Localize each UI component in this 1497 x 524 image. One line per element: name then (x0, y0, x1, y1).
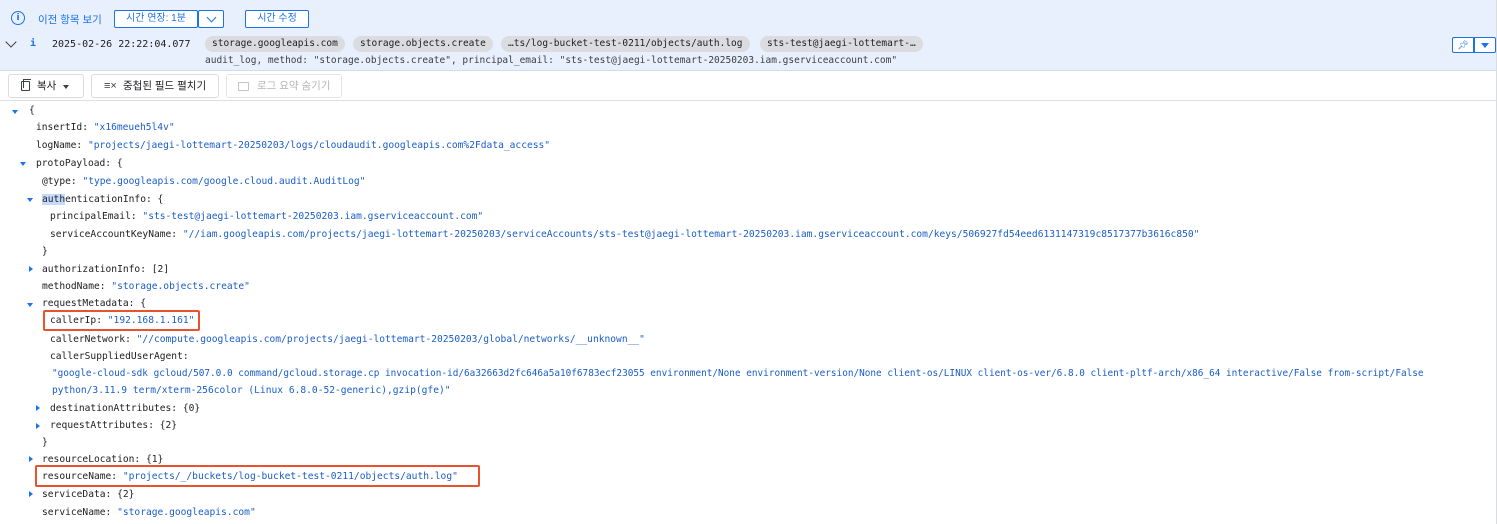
json-line-protoPayload: protoPayload: { (36, 158, 123, 169)
expand-toggle-icon[interactable] (20, 162, 26, 166)
json-root-open: { (29, 105, 35, 116)
copy-button[interactable]: 복사 (8, 74, 84, 98)
expand-toggle-icon[interactable] (29, 491, 33, 497)
severity-info-icon: i (30, 38, 37, 49)
expand-nested-fields-button[interactable]: ≡× 중첩된 필드 펼치기 (91, 74, 219, 98)
pin-icon[interactable]: 📌︎ (1452, 37, 1474, 53)
serviceAccountKeyName-value: "//iam.googleapis.com/projects/jaegi-lot… (182, 229, 1200, 240)
json-line-callerSuppliedUserAgent: callerSuppliedUserAgent: (50, 351, 189, 362)
hide-summary-label: 로그 요약 숨기기 (257, 80, 331, 92)
methodName-value: "storage.objects.create" (111, 281, 250, 292)
search-highlight: auth (42, 194, 66, 205)
json-line-destinationAttributes: destinationAttributes: {0} (50, 403, 201, 414)
expand-nested-label: 중첩된 필드 펼치기 (123, 80, 207, 92)
caret-down-icon (63, 85, 69, 89)
expand-toggle-icon[interactable] (27, 303, 33, 307)
json-line-methodName: methodName: "storage.objects.create" (42, 281, 250, 292)
type-value: "type.googleapis.com/google.cloud.audit.… (82, 176, 366, 187)
json-line-type: @type: "type.googleapis.com/google.cloud… (42, 176, 366, 187)
expand-toggle-icon[interactable] (27, 198, 33, 202)
expand-toggle-icon[interactable] (36, 405, 40, 411)
chip-method[interactable]: storage.objects.create (353, 36, 493, 52)
log-timestamp: 2025-02-26 22:22:04.077 (52, 39, 191, 50)
serviceName-value: "storage.googleapis.com" (117, 507, 256, 518)
caret-down-icon (1481, 43, 1489, 48)
callerIp-highlight-box (43, 310, 200, 331)
extend-time-button[interactable]: 시간 연장: 1분 (114, 10, 198, 28)
chevron-down-icon (206, 12, 216, 23)
chip-resource[interactable]: …ts/log-bucket-test-0211/objects/auth.lo… (501, 36, 750, 52)
extend-time-label: 시간 연장: 1분 (126, 13, 186, 24)
insertId-value: "x16meueh5l4v" (93, 122, 175, 133)
log-entry-header: i 이전 항목 보기 시간 연장: 1분 시간 수정 i 2025-02-26 … (0, 0, 1497, 71)
expand-toggle-icon[interactable] (29, 266, 33, 272)
callerSuppliedUserAgent-value-line2: python/3.11.9 term/xterm-256color (Linux… (52, 385, 451, 396)
divider (0, 100, 1497, 101)
log-summary: audit_log, method: "storage.objects.crea… (205, 55, 898, 66)
info-icon: i (11, 11, 25, 25)
edit-time-button[interactable]: 시간 수정 (245, 10, 309, 28)
json-line-serviceAccountKeyName: serviceAccountKeyName: "//iam.googleapis… (50, 229, 1200, 240)
expand-toggle-icon[interactable] (29, 456, 33, 462)
hide-log-summary-button[interactable]: 로그 요약 숨기기 (226, 74, 342, 98)
show-previous-entries-link[interactable]: 이전 항목 보기 (38, 12, 102, 27)
json-line-callerNetwork: callerNetwork: "//compute.googleapis.com… (50, 334, 645, 345)
chip-principal[interactable]: sts-test@jaegi-lottemart-… (760, 36, 923, 52)
extend-time-dropdown-button[interactable] (198, 10, 224, 28)
json-line-principalEmail: principalEmail: "sts-test@jaegi-lottemar… (50, 211, 484, 222)
json-line-serviceData: serviceData: {2} (42, 489, 135, 500)
json-line-authenticationInfo: authenticationInfo: { (42, 194, 164, 205)
expand-toggle-icon[interactable] (36, 423, 40, 429)
principalEmail-value: "sts-test@jaegi-lottemart-20250203.iam.g… (142, 211, 484, 222)
expand-toggle-icon[interactable] (12, 110, 18, 114)
collapse-entry-chevron-icon[interactable] (5, 36, 17, 48)
json-close-brace: } (42, 437, 48, 448)
resourceName-highlight-box (35, 465, 480, 487)
json-line-serviceName: serviceName: "storage.googleapis.com" (42, 507, 256, 518)
pin-menu-dropdown[interactable] (1474, 37, 1496, 53)
logName-value: "projects/jaegi-lottemart-20250203/logs/… (88, 140, 551, 151)
callerSuppliedUserAgent-value-line1: "google-cloud-sdk gcloud/507.0.0 command… (52, 368, 1424, 379)
chip-service[interactable]: storage.googleapis.com (205, 36, 345, 52)
edit-time-label: 시간 수정 (257, 13, 297, 24)
json-line-logName: logName: "projects/jaegi-lottemart-20250… (36, 140, 551, 151)
expand-fields-icon: ≡× (104, 80, 117, 92)
json-line-requestMetadata: requestMetadata: { (42, 298, 146, 309)
json-line-authorizationInfo: authorizationInfo: [2] (42, 264, 170, 275)
json-close-brace: } (42, 246, 48, 257)
callerNetwork-value: "//compute.googleapis.com/projects/jaegi… (136, 334, 645, 345)
json-line-insertId: insertId: "x16meueh5l4v" (36, 122, 175, 133)
copy-label: 복사 (37, 80, 57, 92)
summary-icon (238, 82, 249, 91)
json-line-requestAttributes: requestAttributes: {2} (50, 420, 178, 431)
